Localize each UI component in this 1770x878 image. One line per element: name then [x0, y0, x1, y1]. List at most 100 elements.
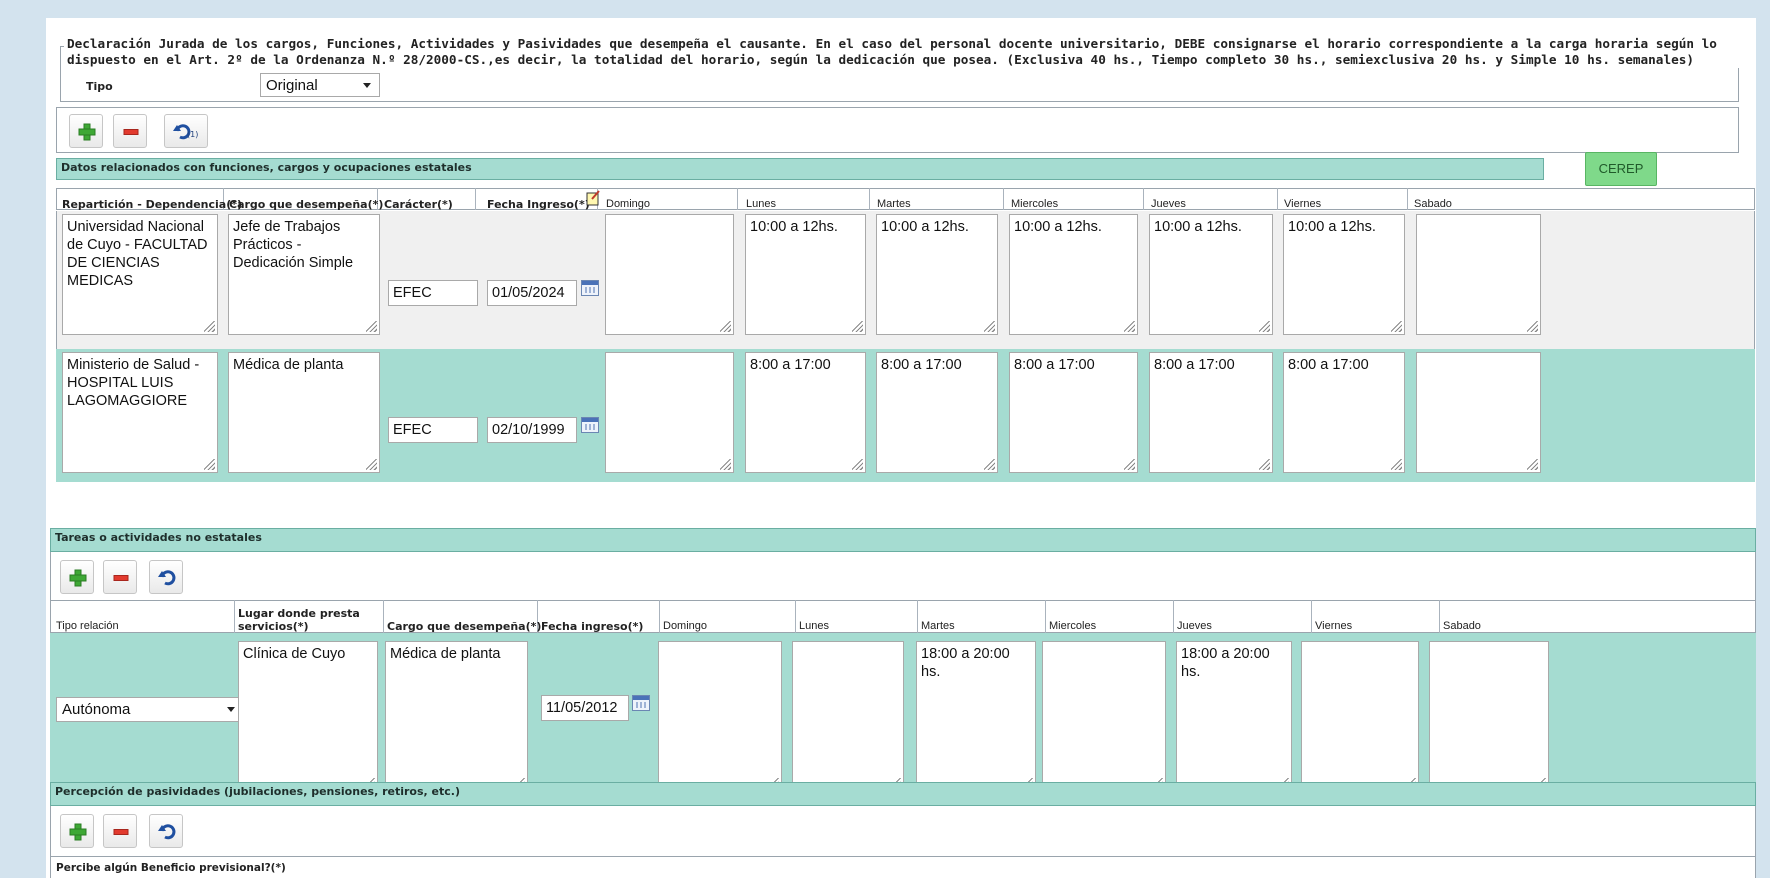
row2-reparticion-field[interactable]: Ministerio de Salud - HOSPITAL LUIS LAGO… [62, 352, 218, 473]
ne-cargo-field[interactable]: Médica de planta [385, 641, 528, 792]
ne-jueves-field[interactable]: 18:00 a 20:00 hs. [1176, 641, 1292, 792]
row2-domingo-field[interactable] [605, 352, 734, 473]
resize-grip-icon [720, 321, 731, 332]
resize-grip-icon [204, 459, 215, 470]
header-jueves-ne: Jueves [1177, 620, 1212, 632]
resize-grip-icon [984, 321, 995, 332]
tipo-select[interactable]: Original [260, 73, 380, 97]
remove-activity-button[interactable] [103, 560, 137, 594]
row2-cargo-text: Médica de planta [233, 357, 344, 373]
row2-sabado-field[interactable] [1416, 352, 1541, 473]
declaration-legend-line2: dispuesto en el Art. 2º de la Ordenanza … [67, 52, 1695, 67]
remove-pasividad-button[interactable] [103, 814, 137, 848]
calendar-icon[interactable] [632, 695, 650, 711]
row2-fecha-input[interactable]: 02/10/1999 [487, 417, 577, 443]
plus-icon [78, 123, 96, 141]
plus-icon [69, 823, 87, 841]
ne-martes-field[interactable]: 18:00 a 20:00 hs. [916, 641, 1036, 792]
resize-grip-icon [1391, 321, 1402, 332]
undo-pasividad-button[interactable] [149, 814, 183, 848]
row2-viernes-field[interactable]: 8:00 a 17:00 [1283, 352, 1405, 473]
header-domingo: Domingo [606, 198, 651, 210]
row1-reparticion-field[interactable]: Universidad Nacional de Cuyo - FACULTAD … [62, 214, 218, 335]
header-lugar-line2: servicios(*) [238, 620, 309, 633]
row1-caracter-input[interactable]: EFEC [388, 280, 478, 306]
undo-activity-button[interactable] [149, 560, 183, 594]
row2-martes-field[interactable]: 8:00 a 17:00 [876, 352, 998, 473]
resize-grip-icon [204, 321, 215, 332]
header-lunes: Lunes [746, 198, 776, 210]
row2-caracter-input[interactable]: EFEC [388, 417, 478, 443]
row2-viernes-text: 8:00 a 17:00 [1288, 357, 1369, 373]
row2-cargo-field[interactable]: Médica de planta [228, 352, 380, 473]
header-martes-ne: Martes [921, 620, 955, 632]
header-domingo-ne: Domingo [663, 620, 708, 632]
row2-lunes-field[interactable]: 8:00 a 17:00 [745, 352, 866, 473]
cerep-label: CEREP [1598, 161, 1644, 176]
row1-fecha-input[interactable]: 01/05/2024 [487, 280, 577, 306]
row2-jueves-field[interactable]: 8:00 a 17:00 [1149, 352, 1273, 473]
resize-grip-icon [1527, 321, 1538, 332]
ne-lugar-field[interactable]: Clínica de Cuyo [238, 641, 378, 792]
row1-sabado-field[interactable] [1416, 214, 1541, 335]
resize-grip-icon [1259, 459, 1270, 470]
header-jueves: Jueves [1151, 198, 1186, 210]
form-page: Declaración Jurada de los cargos, Funcio… [46, 18, 1756, 878]
row1-reparticion-text: Universidad Nacional de Cuyo - FACULTAD … [67, 219, 212, 289]
row1-viernes-field[interactable]: 10:00 a 12hs. [1283, 214, 1405, 335]
no-estatales-section-title: Tareas o actividades no estatales [50, 528, 1756, 552]
row1-miercoles-field[interactable]: 10:00 a 12hs. [1009, 214, 1138, 335]
ne-martes-text: 18:00 a 20:00 hs. [921, 646, 1014, 680]
ne-viernes-field[interactable] [1301, 641, 1419, 792]
row2-jueves-text: 8:00 a 17:00 [1154, 357, 1235, 373]
header-fecha-ingreso: Fecha Ingreso(*) [487, 198, 590, 211]
header-tipo-relacion: Tipo relación [56, 620, 119, 632]
ne-jueves-text: 18:00 a 20:00 hs. [1181, 646, 1274, 680]
row1-cargo-text: Jefe de Trabajos Prácticos - Dedicación … [233, 219, 354, 271]
toolbar-no-estatales [50, 552, 1756, 600]
beneficio-previsional-label: Percibe algún Beneficio previsional?(*) [56, 862, 286, 874]
chevron-down-icon [363, 83, 371, 88]
header-lunes-ne: Lunes [799, 620, 829, 632]
row1-lunes-field[interactable]: 10:00 a 12hs. [745, 214, 866, 335]
ne-domingo-field[interactable] [658, 641, 782, 792]
ne-sabado-field[interactable] [1429, 641, 1549, 792]
ne-miercoles-field[interactable] [1042, 641, 1166, 792]
calendar-icon[interactable] [581, 280, 599, 296]
declaration-legend-line1: Declaración Jurada de los cargos, Funcio… [67, 36, 1717, 51]
resize-grip-icon [1259, 321, 1270, 332]
resize-grip-icon [366, 321, 377, 332]
row1-martes-field[interactable]: 10:00 a 12hs. [876, 214, 998, 335]
header-fecha-ingreso-ne: Fecha ingreso(*) [541, 620, 644, 633]
cerep-button[interactable]: CEREP [1585, 152, 1657, 186]
estatales-section-title: Datos relacionados con funciones, cargos… [56, 158, 1544, 180]
row1-jueves-field[interactable]: 10:00 a 12hs. [1149, 214, 1273, 335]
row2-miercoles-text: 8:00 a 17:00 [1014, 357, 1095, 373]
resize-grip-icon [720, 459, 731, 470]
row1-cargo-field[interactable]: Jefe de Trabajos Prácticos - Dedicación … [228, 214, 380, 335]
row2-martes-text: 8:00 a 17:00 [881, 357, 962, 373]
header-sabado: Sabado [1414, 198, 1452, 210]
row2-miercoles-field[interactable]: 8:00 a 17:00 [1009, 352, 1138, 473]
ne-fecha-input[interactable]: 11/05/2012 [541, 695, 629, 721]
header-cargo-ne: Cargo que desempeña(*) [387, 620, 542, 633]
add-activity-button[interactable] [60, 560, 94, 594]
chevron-down-icon [227, 707, 235, 712]
ne-lunes-field[interactable] [792, 641, 904, 792]
toolbar-estatales [56, 107, 1739, 153]
calendar-icon[interactable] [581, 417, 599, 433]
tipo-select-value: Original [266, 77, 318, 94]
edit-note-icon[interactable] [586, 190, 600, 206]
row1-domingo-field[interactable] [605, 214, 734, 335]
undo-button[interactable]: (1) [164, 114, 208, 148]
resize-grip-icon [984, 459, 995, 470]
tipo-relacion-select[interactable]: Autónoma [56, 697, 244, 722]
remove-row-button[interactable] [113, 114, 147, 148]
resize-grip-icon [1527, 459, 1538, 470]
undo-count: (1) [187, 130, 199, 139]
minus-icon [123, 129, 139, 135]
row1-lunes-text: 10:00 a 12hs. [750, 219, 838, 235]
add-row-button[interactable] [69, 114, 103, 148]
add-pasividad-button[interactable] [60, 814, 94, 848]
row1-martes-text: 10:00 a 12hs. [881, 219, 969, 235]
